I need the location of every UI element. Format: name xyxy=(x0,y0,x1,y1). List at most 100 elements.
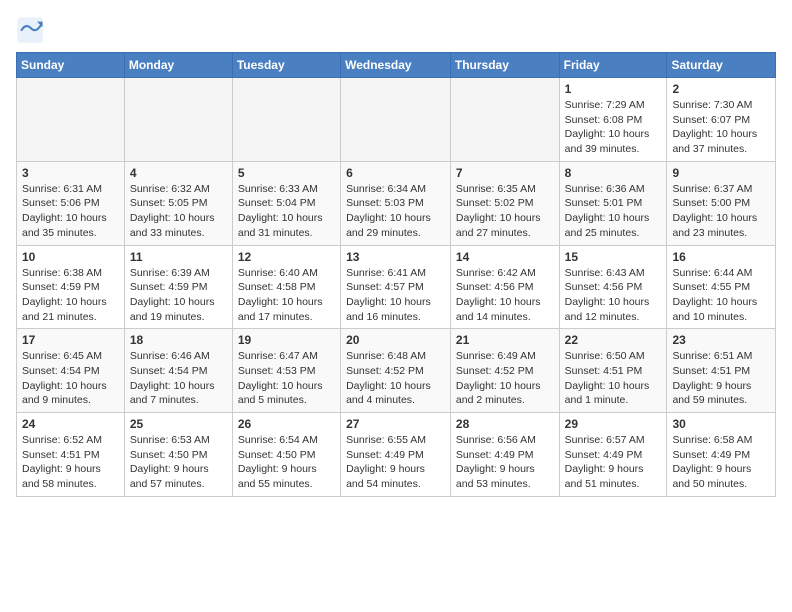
day-info: Sunrise: 6:31 AM Sunset: 5:06 PM Dayligh… xyxy=(22,182,119,241)
calendar-header: SundayMondayTuesdayWednesdayThursdayFrid… xyxy=(17,53,776,78)
day-number: 13 xyxy=(346,250,445,264)
day-info: Sunrise: 6:44 AM Sunset: 4:55 PM Dayligh… xyxy=(672,266,770,325)
day-number: 6 xyxy=(346,166,445,180)
day-number: 16 xyxy=(672,250,770,264)
logo-icon xyxy=(16,16,44,44)
day-info: Sunrise: 7:29 AM Sunset: 6:08 PM Dayligh… xyxy=(565,98,662,157)
calendar-cell: 7 Sunrise: 6:35 AM Sunset: 5:02 PM Daylig… xyxy=(450,161,559,245)
calendar-week-3: 17 Sunrise: 6:45 AM Sunset: 4:54 PM Dayli… xyxy=(17,329,776,413)
day-info: Sunrise: 6:34 AM Sunset: 5:03 PM Dayligh… xyxy=(346,182,445,241)
page-header xyxy=(16,16,776,44)
calendar-week-4: 24 Sunrise: 6:52 AM Sunset: 4:51 PM Dayli… xyxy=(17,413,776,497)
day-info: Sunrise: 7:30 AM Sunset: 6:07 PM Dayligh… xyxy=(672,98,770,157)
day-number: 4 xyxy=(130,166,227,180)
day-info: Sunrise: 6:42 AM Sunset: 4:56 PM Dayligh… xyxy=(456,266,554,325)
calendar-cell: 10Sunrise: 6:38 AM Sunset: 4:59 PM Dayli… xyxy=(17,245,125,329)
calendar-cell xyxy=(232,78,340,162)
calendar-cell: 18 Sunrise: 6:46 AM Sunset: 4:54 PM Dayli… xyxy=(124,329,232,413)
calendar-cell xyxy=(341,78,451,162)
day-info: Sunrise: 6:35 AM Sunset: 5:02 PM Dayligh… xyxy=(456,182,554,241)
day-info: Sunrise: 6:48 AM Sunset: 4:52 PM Dayligh… xyxy=(346,349,445,408)
day-number: 23 xyxy=(672,333,770,347)
day-number: 19 xyxy=(238,333,335,347)
weekday-header-monday: Monday xyxy=(124,53,232,78)
day-number: 12 xyxy=(238,250,335,264)
calendar-cell xyxy=(17,78,125,162)
weekday-header-row: SundayMondayTuesdayWednesdayThursdayFrid… xyxy=(17,53,776,78)
day-number: 30 xyxy=(672,417,770,431)
day-number: 18 xyxy=(130,333,227,347)
calendar-week-0: 1 Sunrise: 7:29 AM Sunset: 6:08 PM Daylig… xyxy=(17,78,776,162)
day-number: 1 xyxy=(565,82,662,96)
calendar-cell: 16 Sunrise: 6:44 AM Sunset: 4:55 PM Dayli… xyxy=(667,245,776,329)
day-info: Sunrise: 6:46 AM Sunset: 4:54 PM Dayligh… xyxy=(130,349,227,408)
calendar-cell: 20 Sunrise: 6:48 AM Sunset: 4:52 PM Dayli… xyxy=(341,329,451,413)
day-number: 22 xyxy=(565,333,662,347)
calendar-week-1: 3Sunrise: 6:31 AM Sunset: 5:06 PM Daylig… xyxy=(17,161,776,245)
calendar-cell: 17 Sunrise: 6:45 AM Sunset: 4:54 PM Dayli… xyxy=(17,329,125,413)
calendar-cell: 5 Sunrise: 6:33 AM Sunset: 5:04 PM Daylig… xyxy=(232,161,340,245)
day-info: Sunrise: 6:43 AM Sunset: 4:56 PM Dayligh… xyxy=(565,266,662,325)
calendar-cell: 4 Sunrise: 6:32 AM Sunset: 5:05 PM Daylig… xyxy=(124,161,232,245)
day-info: Sunrise: 6:53 AM Sunset: 4:50 PM Dayligh… xyxy=(130,433,227,492)
weekday-header-friday: Friday xyxy=(559,53,667,78)
calendar-table: SundayMondayTuesdayWednesdayThursdayFrid… xyxy=(16,52,776,497)
day-info: Sunrise: 6:45 AM Sunset: 4:54 PM Dayligh… xyxy=(22,349,119,408)
calendar-cell: 28 Sunrise: 6:56 AM Sunset: 4:49 PM Dayli… xyxy=(450,413,559,497)
day-number: 5 xyxy=(238,166,335,180)
calendar-cell: 30Sunrise: 6:58 AM Sunset: 4:49 PM Dayli… xyxy=(667,413,776,497)
calendar-cell xyxy=(124,78,232,162)
day-info: Sunrise: 6:55 AM Sunset: 4:49 PM Dayligh… xyxy=(346,433,445,492)
calendar-cell: 8Sunrise: 6:36 AM Sunset: 5:01 PM Daylig… xyxy=(559,161,667,245)
day-info: Sunrise: 6:33 AM Sunset: 5:04 PM Dayligh… xyxy=(238,182,335,241)
day-info: Sunrise: 6:39 AM Sunset: 4:59 PM Dayligh… xyxy=(130,266,227,325)
day-number: 21 xyxy=(456,333,554,347)
day-info: Sunrise: 6:52 AM Sunset: 4:51 PM Dayligh… xyxy=(22,433,119,492)
calendar-cell: 11 Sunrise: 6:39 AM Sunset: 4:59 PM Dayli… xyxy=(124,245,232,329)
day-info: Sunrise: 6:47 AM Sunset: 4:53 PM Dayligh… xyxy=(238,349,335,408)
logo xyxy=(16,16,48,44)
day-number: 7 xyxy=(456,166,554,180)
day-number: 14 xyxy=(456,250,554,264)
calendar-week-2: 10Sunrise: 6:38 AM Sunset: 4:59 PM Dayli… xyxy=(17,245,776,329)
day-number: 29 xyxy=(565,417,662,431)
day-number: 28 xyxy=(456,417,554,431)
calendar-cell: 15 Sunrise: 6:43 AM Sunset: 4:56 PM Dayli… xyxy=(559,245,667,329)
day-number: 9 xyxy=(672,166,770,180)
day-info: Sunrise: 6:37 AM Sunset: 5:00 PM Dayligh… xyxy=(672,182,770,241)
day-info: Sunrise: 6:54 AM Sunset: 4:50 PM Dayligh… xyxy=(238,433,335,492)
calendar-cell: 29 Sunrise: 6:57 AM Sunset: 4:49 PM Dayli… xyxy=(559,413,667,497)
calendar-cell: 12 Sunrise: 6:40 AM Sunset: 4:58 PM Dayli… xyxy=(232,245,340,329)
calendar-cell: 6 Sunrise: 6:34 AM Sunset: 5:03 PM Daylig… xyxy=(341,161,451,245)
calendar-body: 1 Sunrise: 7:29 AM Sunset: 6:08 PM Daylig… xyxy=(17,78,776,497)
calendar-cell: 9 Sunrise: 6:37 AM Sunset: 5:00 PM Daylig… xyxy=(667,161,776,245)
weekday-header-wednesday: Wednesday xyxy=(341,53,451,78)
day-number: 24 xyxy=(22,417,119,431)
day-info: Sunrise: 6:56 AM Sunset: 4:49 PM Dayligh… xyxy=(456,433,554,492)
calendar-cell: 1 Sunrise: 7:29 AM Sunset: 6:08 PM Daylig… xyxy=(559,78,667,162)
day-number: 2 xyxy=(672,82,770,96)
calendar-cell: 27Sunrise: 6:55 AM Sunset: 4:49 PM Dayli… xyxy=(341,413,451,497)
day-info: Sunrise: 6:32 AM Sunset: 5:05 PM Dayligh… xyxy=(130,182,227,241)
day-number: 17 xyxy=(22,333,119,347)
day-info: Sunrise: 6:51 AM Sunset: 4:51 PM Dayligh… xyxy=(672,349,770,408)
calendar-cell xyxy=(450,78,559,162)
day-number: 26 xyxy=(238,417,335,431)
day-info: Sunrise: 6:50 AM Sunset: 4:51 PM Dayligh… xyxy=(565,349,662,408)
weekday-header-tuesday: Tuesday xyxy=(232,53,340,78)
calendar-cell: 13Sunrise: 6:41 AM Sunset: 4:57 PM Dayli… xyxy=(341,245,451,329)
calendar-cell: 19 Sunrise: 6:47 AM Sunset: 4:53 PM Dayli… xyxy=(232,329,340,413)
day-number: 25 xyxy=(130,417,227,431)
calendar-cell: 21 Sunrise: 6:49 AM Sunset: 4:52 PM Dayli… xyxy=(450,329,559,413)
day-number: 20 xyxy=(346,333,445,347)
day-number: 11 xyxy=(130,250,227,264)
weekday-header-saturday: Saturday xyxy=(667,53,776,78)
calendar-cell: 26 Sunrise: 6:54 AM Sunset: 4:50 PM Dayli… xyxy=(232,413,340,497)
day-info: Sunrise: 6:57 AM Sunset: 4:49 PM Dayligh… xyxy=(565,433,662,492)
day-info: Sunrise: 6:40 AM Sunset: 4:58 PM Dayligh… xyxy=(238,266,335,325)
day-number: 15 xyxy=(565,250,662,264)
calendar-cell: 14 Sunrise: 6:42 AM Sunset: 4:56 PM Dayli… xyxy=(450,245,559,329)
day-info: Sunrise: 6:49 AM Sunset: 4:52 PM Dayligh… xyxy=(456,349,554,408)
day-info: Sunrise: 6:38 AM Sunset: 4:59 PM Dayligh… xyxy=(22,266,119,325)
weekday-header-thursday: Thursday xyxy=(450,53,559,78)
